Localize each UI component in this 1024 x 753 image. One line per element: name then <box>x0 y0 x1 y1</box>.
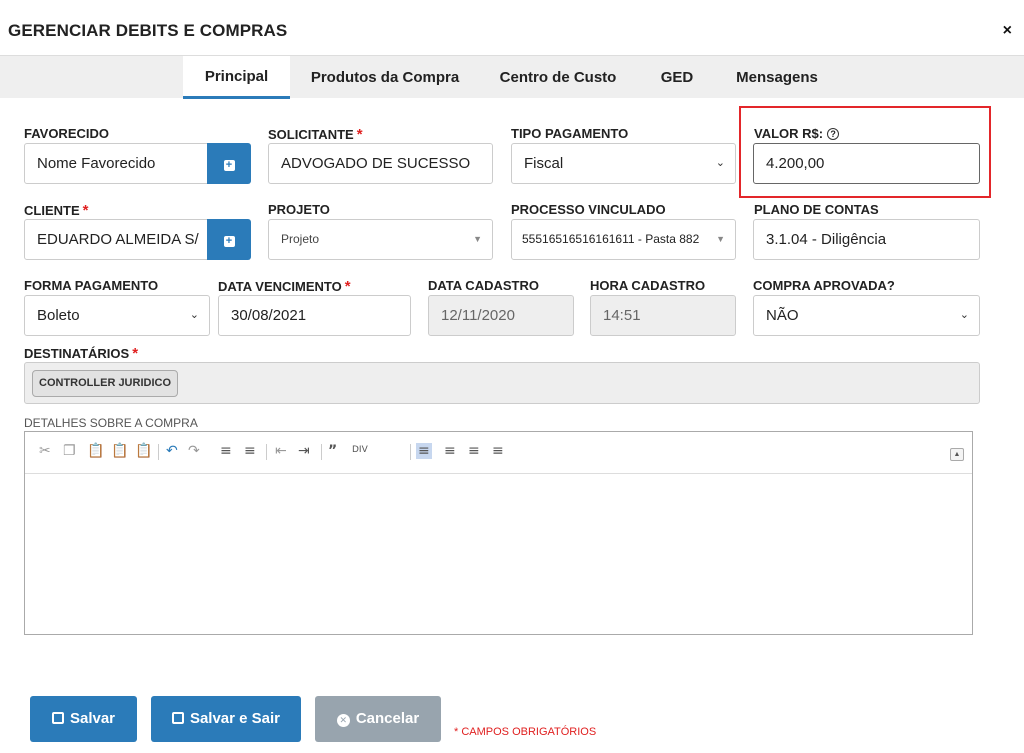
tab-mensagens[interactable]: Mensagens <box>727 56 827 99</box>
help-icon[interactable]: ? <box>827 128 840 140</box>
chevron-down-icon: ⌄ <box>715 157 725 169</box>
compra-aprovada-select[interactable]: NÃO ⌄ <box>753 295 980 336</box>
destinatarios-label: DESTINATÁRIOS * <box>24 345 139 362</box>
plano-de-contas-label: PLANO DE CONTAS <box>754 202 879 217</box>
detalhes-label: DETALHES SOBRE A COMPRA <box>24 416 198 430</box>
compra-aprovada-value: NÃO <box>766 307 799 324</box>
close-circle-icon: ✕ <box>336 714 350 727</box>
required-fields-note: * CAMPOS OBRIGATÓRIOS <box>454 726 597 738</box>
editor-toolbar: ✂ ❐ 📋 📋 📋 ↶ ↷ ≡ ≡ ⇤ ⇥ ” DIV ≡ ≡ ≡ ≡ ▲ <box>25 432 972 474</box>
tab-ged[interactable]: GED <box>650 56 704 99</box>
outdent-icon[interactable]: ⇤ <box>275 443 287 459</box>
data-vencimento-label: DATA VENCIMENTO * <box>218 278 351 295</box>
compra-aprovada-label: COMPRA APROVADA? <box>753 278 895 293</box>
rich-text-editor[interactable]: ✂ ❐ 📋 📋 📋 ↶ ↷ ≡ ≡ ⇤ ⇥ ” DIV ≡ ≡ ≡ ≡ ▲ <box>24 431 973 635</box>
numbered-list-icon[interactable]: ≡ <box>220 443 232 459</box>
cliente-input[interactable]: EDUARDO ALMEIDA S/ <box>24 219 208 260</box>
tab-principal[interactable]: Principal <box>183 56 290 99</box>
triangle-down-icon: ▼ <box>716 234 725 244</box>
cancel-button[interactable]: ✕ Cancelar <box>315 696 441 742</box>
add-cliente-button[interactable]: + <box>207 219 251 260</box>
favorecido-label: FAVORECIDO <box>24 126 109 141</box>
destinatarios-field[interactable]: CONTROLLER JURIDICO <box>24 362 980 404</box>
processo-vinculado-select[interactable]: 55516516516161611 - Pasta 882 ▼ <box>511 219 736 260</box>
chevron-down-icon: ⌄ <box>959 309 969 321</box>
tab-centro-de-custo[interactable]: Centro de Custo <box>490 56 626 99</box>
cliente-label: CLIENTE * <box>24 202 89 219</box>
forma-pagamento-label: FORMA PAGAMENTO <box>24 278 159 293</box>
data-cadastro-input: 12/11/2020 <box>428 295 574 336</box>
paste-word-icon[interactable]: 📋 <box>135 443 152 459</box>
copy-icon[interactable]: ❐ <box>63 443 76 459</box>
hora-cadastro-label: HORA CADASTRO <box>590 278 706 293</box>
projeto-select[interactable]: Projeto ▼ <box>268 219 493 260</box>
redo-icon[interactable]: ↷ <box>188 443 200 459</box>
dialog-title: GERENCIAR DEBITS E COMPRAS <box>8 21 288 40</box>
recipient-chip[interactable]: CONTROLLER JURIDICO <box>32 370 178 397</box>
toolbar-separator <box>410 444 411 460</box>
solicitante-label: SOLICITANTE * <box>268 126 363 143</box>
forma-pagamento-value: Boleto <box>37 307 80 324</box>
processo-vinculado-label: PROCESSO VINCULADO <box>511 202 666 217</box>
div-container-icon[interactable]: DIV <box>352 445 368 455</box>
valor-input[interactable]: 4.200,00 <box>753 143 980 184</box>
align-left-icon[interactable]: ≡ <box>416 443 432 459</box>
add-favorecido-button[interactable]: + <box>207 143 251 184</box>
chevron-down-icon: ⌄ <box>189 309 199 321</box>
save-icon <box>171 712 184 724</box>
close-icon[interactable]: × <box>1003 22 1012 40</box>
projeto-placeholder: Projeto <box>281 232 320 246</box>
align-right-icon[interactable]: ≡ <box>468 443 480 459</box>
indent-icon[interactable]: ⇥ <box>298 443 310 459</box>
plus-icon: + <box>223 160 235 171</box>
tipo-pagamento-select[interactable]: Fiscal ⌄ <box>511 143 736 184</box>
save-and-exit-button[interactable]: Salvar e Sair <box>151 696 301 742</box>
triangle-down-icon: ▼ <box>473 234 482 244</box>
valor-label: VALOR R$:? <box>754 126 840 141</box>
bulleted-list-icon[interactable]: ≡ <box>244 443 256 459</box>
save-icon <box>51 712 64 724</box>
undo-icon[interactable]: ↶ <box>166 443 178 459</box>
tipo-pagamento-value: Fiscal <box>524 155 564 172</box>
processo-vinculado-value: 55516516516161611 - Pasta 882 <box>522 232 700 246</box>
justify-icon[interactable]: ≡ <box>492 443 504 459</box>
collapse-toolbar-icon[interactable]: ▲ <box>950 448 964 461</box>
plus-icon: + <box>223 236 235 247</box>
tipo-pagamento-label: TIPO PAGAMENTO <box>511 126 629 141</box>
blockquote-icon[interactable]: ” <box>328 443 337 459</box>
toolbar-separator <box>321 444 322 460</box>
tab-bar: Principal Produtos da Compra Centro de C… <box>0 55 1024 99</box>
projeto-label: PROJETO <box>268 202 330 217</box>
plano-de-contas-input[interactable]: 3.1.04 - Diligência <box>753 219 980 260</box>
toolbar-separator <box>158 444 159 460</box>
paste-text-icon[interactable]: 📋 <box>111 443 128 459</box>
favorecido-input[interactable]: Nome Favorecido <box>24 143 208 184</box>
solicitante-input[interactable]: ADVOGADO DE SUCESSO <box>268 143 493 184</box>
save-button[interactable]: Salvar <box>30 696 137 742</box>
hora-cadastro-input: 14:51 <box>590 295 736 336</box>
cut-icon[interactable]: ✂ <box>39 443 51 459</box>
paste-icon[interactable]: 📋 <box>87 443 104 459</box>
align-center-icon[interactable]: ≡ <box>444 443 456 459</box>
toolbar-separator <box>266 444 267 460</box>
forma-pagamento-select[interactable]: Boleto ⌄ <box>24 295 210 336</box>
data-cadastro-label: DATA CADASTRO <box>428 278 539 293</box>
tab-produtos-da-compra[interactable]: Produtos da Compra <box>302 56 468 99</box>
data-vencimento-input[interactable]: 30/08/2021 <box>218 295 411 336</box>
